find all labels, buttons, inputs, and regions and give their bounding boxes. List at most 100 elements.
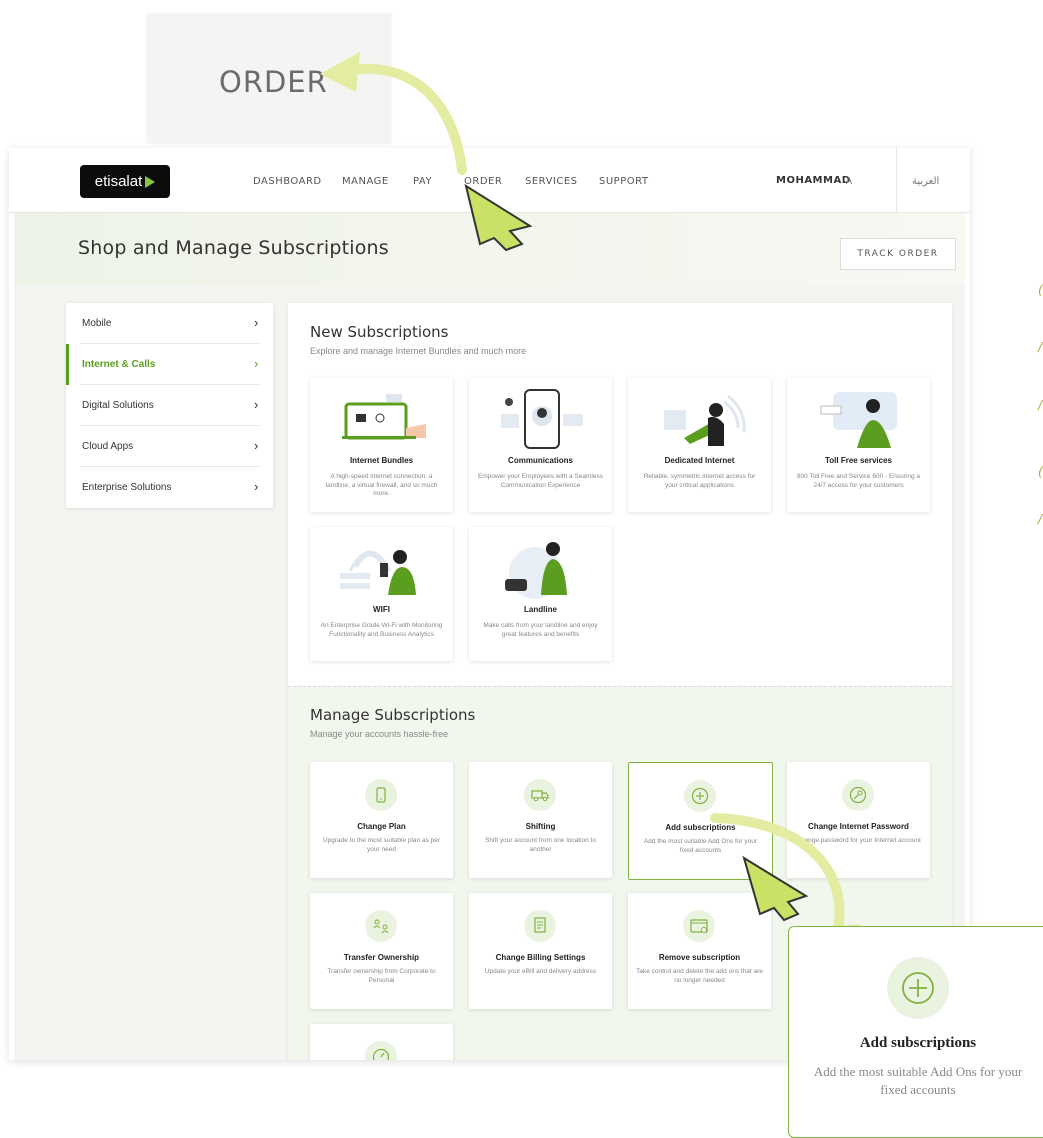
language-switch[interactable]: العربية <box>912 176 939 187</box>
shifting-card[interactable]: Shifting Shift your account from one loc… <box>469 762 612 878</box>
internet-bundles-illustration <box>342 394 426 440</box>
order-zoom-callout: ORDER <box>147 13 391 142</box>
zoom-card-title: Add subscriptions <box>859 1035 977 1051</box>
card-description: Reliable, symmetric internet access for … <box>643 473 756 489</box>
edge-fragment: / <box>1038 512 1043 526</box>
user-name[interactable]: MOHAMMAD <box>776 175 851 186</box>
card-description: Shift your account from one location to … <box>485 837 596 853</box>
logo-text: etisalat <box>94 173 143 190</box>
manage-subscriptions-subtitle: Manage your accounts hassle-free <box>310 729 449 739</box>
card-description: Add the most suitable Add Ons for your f… <box>643 838 758 854</box>
card-title: Change Plan <box>357 822 406 831</box>
sidebar-item-label: Internet & Calls <box>82 359 156 370</box>
nav-order[interactable]: ORDER <box>464 176 502 187</box>
nav-services[interactable]: SERVICES <box>525 176 578 187</box>
landline-card[interactable]: Landline Make calls from your landline a… <box>469 527 612 661</box>
card-title: Remove subscription <box>658 953 741 962</box>
dedicated-internet-card[interactable]: Dedicated Internet Reliable, symmetric i… <box>628 378 771 512</box>
order-zoom-label: ORDER <box>219 65 328 99</box>
communications-illustration <box>501 389 583 449</box>
sidebar-item-mobile[interactable]: Mobile › <box>66 303 273 344</box>
card-description: Take control and delete the add ons that… <box>636 968 763 984</box>
users-icon <box>365 910 397 942</box>
card-description: Change password for your Internet accoun… <box>796 837 921 844</box>
truck-icon <box>524 779 556 811</box>
transfer-ownership-card[interactable]: Transfer Ownership Transfer ownership fr… <box>310 893 453 1009</box>
card-title: Transfer Ownership <box>343 953 420 962</box>
active-indicator <box>66 344 69 385</box>
change-plan-card[interactable]: Change Plan Upgrade to the most suitable… <box>310 762 453 878</box>
card-description: 800 Toll Free and Service 600 - Ensuring… <box>796 473 921 489</box>
remove-subscription-card[interactable]: Remove subscription Take control and del… <box>628 893 771 1009</box>
toll-free-illustration <box>820 392 897 448</box>
window-icon <box>683 910 715 942</box>
sidebar-item-cloud-apps[interactable]: Cloud Apps › <box>66 426 273 467</box>
page-banner: Shop and Manage Subscriptions TRACK ORDE… <box>14 213 965 285</box>
card-description: An Enterprise Grade Wi-Fi with Monitorin… <box>320 622 443 638</box>
card-title: Toll Free services <box>825 456 892 465</box>
change-internet-password-card[interactable]: Change Internet Password Change password… <box>787 762 930 878</box>
sidebar-item-digital-solutions[interactable]: Digital Solutions › <box>66 385 273 426</box>
wifi-card[interactable]: WIFI An Enterprise Grade Wi-Fi with Moni… <box>310 527 453 661</box>
more-options-card[interactable] <box>310 1024 453 1060</box>
internet-bundles-card[interactable]: Internet Bundles A high-speed internet c… <box>310 378 453 512</box>
edge-fragment: ( <box>1038 283 1043 297</box>
nav-manage[interactable]: MANAGE <box>342 176 389 187</box>
sidebar-item-label: Enterprise Solutions <box>82 482 172 493</box>
card-description: Empower your Employees with a Seamless C… <box>478 473 603 489</box>
edge-fragment: / <box>1038 398 1043 412</box>
sidebar-item-enterprise-solutions[interactable]: Enterprise Solutions › <box>66 467 273 508</box>
sidebar-item-internet-calls[interactable]: Internet & Calls › <box>66 344 273 385</box>
card-description: Make calls from your landline and enjoy … <box>483 622 598 638</box>
card-title: WIFI <box>373 605 390 614</box>
user-initial[interactable]: A <box>846 176 852 186</box>
plus-circle-icon <box>887 957 949 1019</box>
sidebar-item-label: Mobile <box>82 318 112 329</box>
landline-illustration <box>505 542 567 599</box>
app-window: etisalat DASHBOARD MANAGE PAY ORDER SERV… <box>9 148 970 1060</box>
header-divider <box>896 148 897 212</box>
etisalat-logo[interactable]: etisalat <box>80 165 170 198</box>
card-title: Dedicated Internet <box>664 456 735 465</box>
dedicated-internet-illustration <box>664 394 746 446</box>
logo-mark-icon <box>145 175 156 188</box>
sidebar-item-label: Digital Solutions <box>82 400 154 411</box>
chevron-right-icon: › <box>254 479 259 494</box>
card-description: A high-speed internet connection, a land… <box>325 473 438 497</box>
nav-dashboard[interactable]: DASHBOARD <box>253 176 322 187</box>
edge-fragment: ( <box>1038 465 1043 479</box>
zoom-card-description: Add the most suitable Add Ons for your f… <box>813 1064 1023 1097</box>
top-navigation: etisalat DASHBOARD MANAGE PAY ORDER SERV… <box>9 148 970 213</box>
plus-circle-icon <box>684 780 716 812</box>
track-order-button[interactable]: TRACK ORDER <box>840 238 956 270</box>
manage-subscriptions-title: Manage Subscriptions <box>310 706 476 724</box>
page-title: Shop and Manage Subscriptions <box>78 237 389 259</box>
toll-free-services-card[interactable]: Toll Free services 800 Toll Free and Ser… <box>787 378 930 512</box>
communications-card[interactable]: Communications Empower your Employees wi… <box>469 378 612 512</box>
nav-support[interactable]: SUPPORT <box>599 176 648 187</box>
new-subscriptions-title: New Subscriptions <box>310 323 449 341</box>
nav-pay[interactable]: PAY <box>413 176 432 187</box>
card-title: Add subscriptions <box>665 823 736 832</box>
chevron-right-icon: › <box>254 397 259 412</box>
card-description: Transfer ownership from Corporate to Per… <box>327 968 436 984</box>
add-subscriptions-card[interactable]: Add subscriptions Add the most suitable … <box>628 762 773 880</box>
chevron-right-icon: › <box>254 315 259 330</box>
card-title: Shifting <box>525 822 556 831</box>
sidebar-item-label: Cloud Apps <box>82 441 134 452</box>
phone-icon <box>365 779 397 811</box>
bill-icon <box>524 910 556 942</box>
category-sidebar: Mobile › Internet & Calls › Digital Solu… <box>66 303 273 508</box>
card-description: Upgrade to the most suitable plan as per… <box>322 837 441 853</box>
card-title: Change Billing Settings <box>495 953 586 962</box>
card-description: Update your eBill and delivery address <box>484 968 597 975</box>
change-billing-settings-card[interactable]: Change Billing Settings Update your eBil… <box>469 893 612 1009</box>
wifi-illustration <box>340 550 416 595</box>
add-subscriptions-zoom-callout: Add subscriptions Add the most suitable … <box>788 926 1043 1138</box>
card-title: Landline <box>524 605 557 614</box>
card-title: Change Internet Password <box>808 822 909 831</box>
card-title: Internet Bundles <box>349 456 414 465</box>
new-subscriptions-subtitle: Explore and manage Internet Bundles and … <box>310 346 527 356</box>
edge-fragment: / <box>1038 340 1043 354</box>
card-title: Communications <box>508 456 573 465</box>
